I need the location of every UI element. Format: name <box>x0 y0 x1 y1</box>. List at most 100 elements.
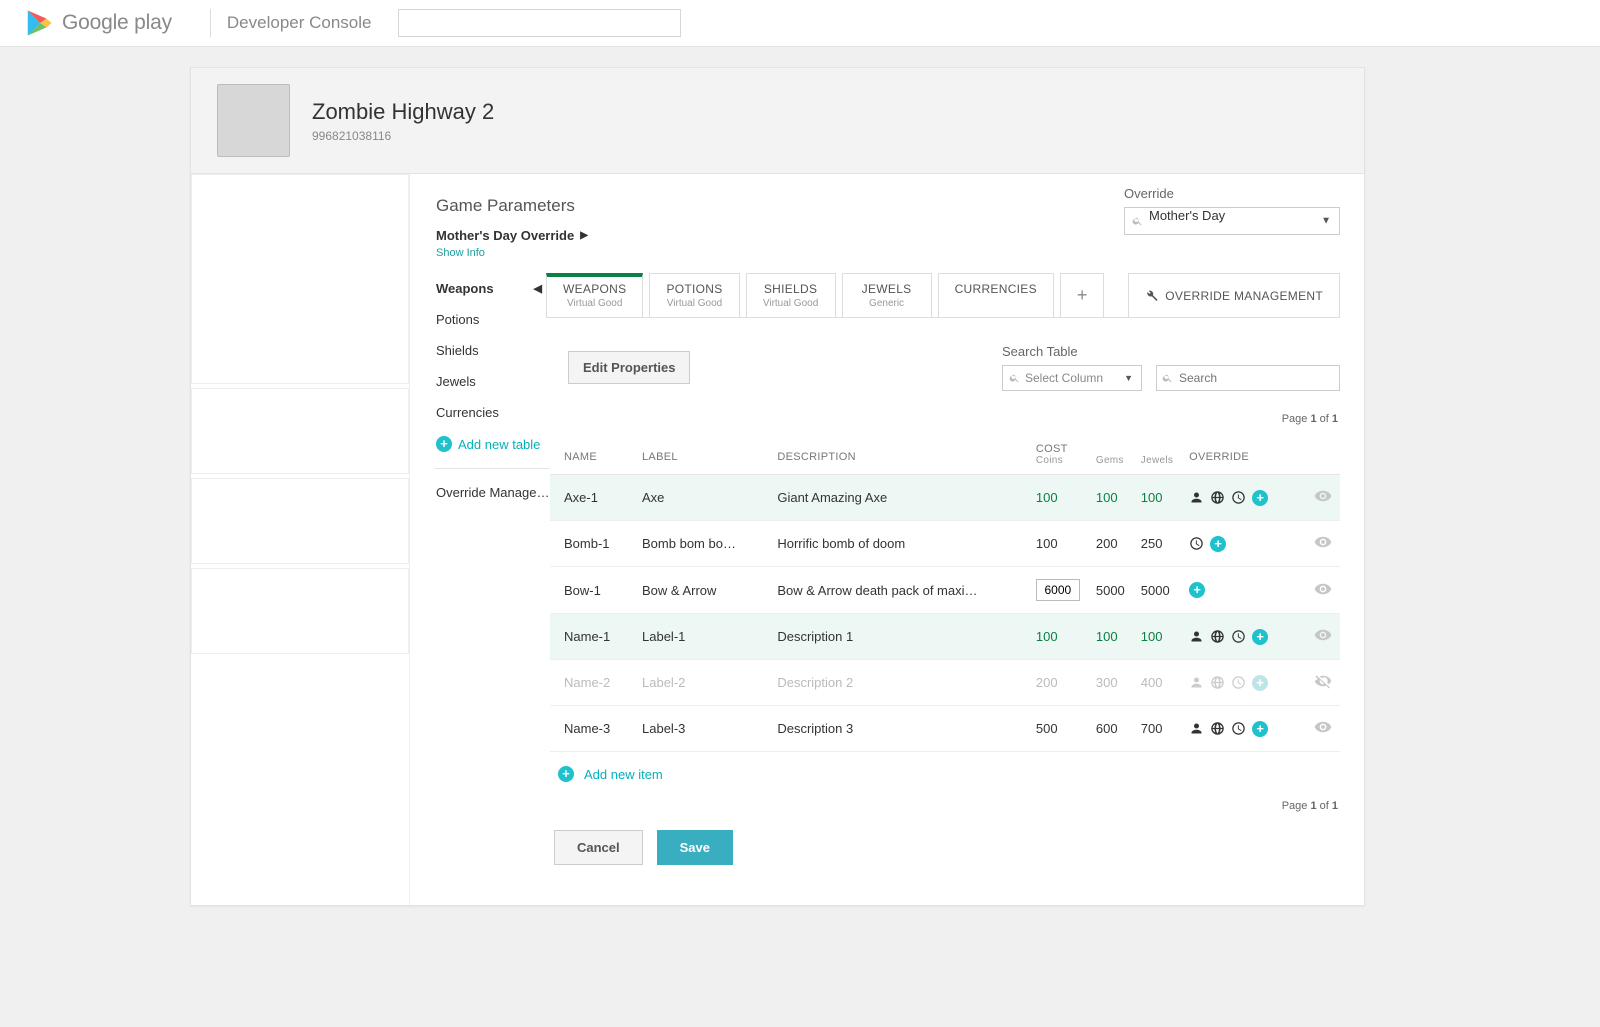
plus-circle-icon[interactable] <box>1189 582 1205 598</box>
person-icon[interactable] <box>1189 675 1204 690</box>
tabs: WEAPONSVirtual Good POTIONSVirtual Good … <box>546 273 1340 318</box>
person-icon[interactable] <box>1189 721 1204 736</box>
cell-gems: 100 <box>1088 475 1133 521</box>
col-gems: Gems <box>1088 455 1133 475</box>
cell-jewels: 250 <box>1133 521 1181 567</box>
wrench-icon <box>1145 289 1158 302</box>
override-select[interactable]: Mother's Day ▼ <box>1124 207 1340 235</box>
chevron-left-icon: ◀ <box>534 282 542 295</box>
cell-description: Description 3 <box>769 706 1028 752</box>
cell-description: Description 1 <box>769 614 1028 660</box>
sidenav-item-weapons[interactable]: Weapons◀ <box>436 273 550 304</box>
tab-shields[interactable]: SHIELDSVirtual Good <box>746 273 836 317</box>
col-cost: COST <box>1028 433 1181 455</box>
col-jewels: Jewels <box>1133 455 1181 475</box>
cell-name: Bow-1 <box>550 567 634 614</box>
cell-label: Label-3 <box>634 706 769 752</box>
sidenav-override-management[interactable]: Override Managem… <box>436 477 554 508</box>
eye-off-icon[interactable] <box>1314 672 1332 690</box>
cell-label: Bow & Arrow <box>634 567 769 614</box>
globe-icon[interactable] <box>1210 629 1225 644</box>
cell-name: Name-3 <box>550 706 634 752</box>
search-table-label: Search Table <box>1002 344 1340 359</box>
add-new-item-button[interactable]: Add new item <box>558 766 663 782</box>
cell-description: Description 2 <box>769 660 1028 706</box>
top-search-input[interactable] <box>398 9 681 37</box>
main-card: Zombie Highway 2 996821038116 Game Param… <box>190 67 1365 906</box>
table-row[interactable]: Name-1Label-1Description 1100100100 <box>550 614 1340 660</box>
cell-description: Bow & Arrow death pack of maxi… <box>769 567 1028 614</box>
edit-properties-button[interactable]: Edit Properties <box>568 351 690 384</box>
plus-circle-icon[interactable] <box>1252 490 1268 506</box>
globe-icon[interactable] <box>1210 490 1225 505</box>
show-info-link[interactable]: Show Info <box>436 247 1364 259</box>
plus-circle-icon[interactable] <box>1252 629 1268 645</box>
divider <box>210 9 211 37</box>
cell-jewels: 5000 <box>1133 567 1181 614</box>
eye-icon[interactable] <box>1314 487 1332 505</box>
pager-top: Page 1 of 1 <box>550 409 1340 433</box>
cell-override <box>1181 614 1298 660</box>
plus-circle-icon[interactable] <box>1210 536 1226 552</box>
tab-potions[interactable]: POTIONSVirtual Good <box>649 273 739 317</box>
cell-label: Label-2 <box>634 660 769 706</box>
cancel-button[interactable]: Cancel <box>554 830 643 865</box>
cell-name: Axe-1 <box>550 475 634 521</box>
coins-input[interactable] <box>1036 579 1080 601</box>
cell-label: Label-1 <box>634 614 769 660</box>
globe-icon[interactable] <box>1210 675 1225 690</box>
toolbar: Edit Properties Search Table Select Colu… <box>550 318 1340 409</box>
globe-icon[interactable] <box>1210 721 1225 736</box>
cell-gems: 300 <box>1088 660 1133 706</box>
eye-icon[interactable] <box>1314 533 1332 551</box>
override-management-button[interactable]: OVERRIDE MANAGEMENT <box>1128 273 1340 317</box>
clock-icon[interactable] <box>1231 629 1246 644</box>
plus-circle-icon[interactable] <box>1252 721 1268 737</box>
add-new-table-button[interactable]: Add new table <box>436 428 550 460</box>
plus-circle-icon <box>436 436 452 452</box>
person-icon[interactable] <box>1189 629 1204 644</box>
sidenav-item-currencies[interactable]: Currencies <box>436 397 550 428</box>
select-column-dropdown[interactable]: Select Column ▼ <box>1002 365 1142 391</box>
clock-icon[interactable] <box>1231 675 1246 690</box>
tab-jewels[interactable]: JEWELSGeneric <box>842 273 932 317</box>
table-row[interactable]: Bomb-1Bomb bom bo…Horrific bomb of doom1… <box>550 521 1340 567</box>
tab-currencies[interactable]: CURRENCIES <box>938 273 1054 317</box>
sidenav-item-potions[interactable]: Potions <box>436 304 550 335</box>
app-id: 996821038116 <box>312 129 494 143</box>
table-search-input[interactable] <box>1156 365 1340 391</box>
main-panel: WEAPONSVirtual Good POTIONSVirtual Good … <box>550 273 1364 905</box>
table-row[interactable]: Bow-1Bow & ArrowBow & Arrow death pack o… <box>550 567 1340 614</box>
left-gutter <box>191 174 409 905</box>
tab-weapons[interactable]: WEAPONSVirtual Good <box>546 273 643 317</box>
eye-icon[interactable] <box>1314 718 1332 736</box>
cell-visibility <box>1298 475 1340 521</box>
cell-override <box>1181 706 1298 752</box>
cell-coins <box>1028 567 1088 614</box>
eye-icon[interactable] <box>1314 580 1332 598</box>
search-table: Search Table Select Column ▼ <box>1002 344 1340 391</box>
cell-label: Bomb bom bo… <box>634 521 769 567</box>
caret-down-icon: ▼ <box>1321 216 1331 227</box>
sidenav-item-shields[interactable]: Shields <box>436 335 550 366</box>
cell-jewels: 700 <box>1133 706 1181 752</box>
tab-add[interactable]: + <box>1060 273 1105 317</box>
cell-override <box>1181 521 1298 567</box>
search-icon <box>1009 373 1020 384</box>
cell-coins: 100 <box>1028 521 1088 567</box>
plus-circle-icon[interactable] <box>1252 675 1268 691</box>
eye-icon[interactable] <box>1314 626 1332 644</box>
table-row[interactable]: Name-2Label-2Description 2200300400 <box>550 660 1340 706</box>
clock-icon[interactable] <box>1189 536 1204 551</box>
save-button[interactable]: Save <box>657 830 733 865</box>
clock-icon[interactable] <box>1231 490 1246 505</box>
table-row[interactable]: Name-3Label-3Description 3500600700 <box>550 706 1340 752</box>
clock-icon[interactable] <box>1231 721 1246 736</box>
cell-label: Axe <box>634 475 769 521</box>
cell-visibility <box>1298 567 1340 614</box>
play-icon <box>24 8 54 38</box>
table-row[interactable]: Axe-1AxeGiant Amazing Axe100100100 <box>550 475 1340 521</box>
cell-override <box>1181 475 1298 521</box>
person-icon[interactable] <box>1189 490 1204 505</box>
sidenav-item-jewels[interactable]: Jewels <box>436 366 550 397</box>
